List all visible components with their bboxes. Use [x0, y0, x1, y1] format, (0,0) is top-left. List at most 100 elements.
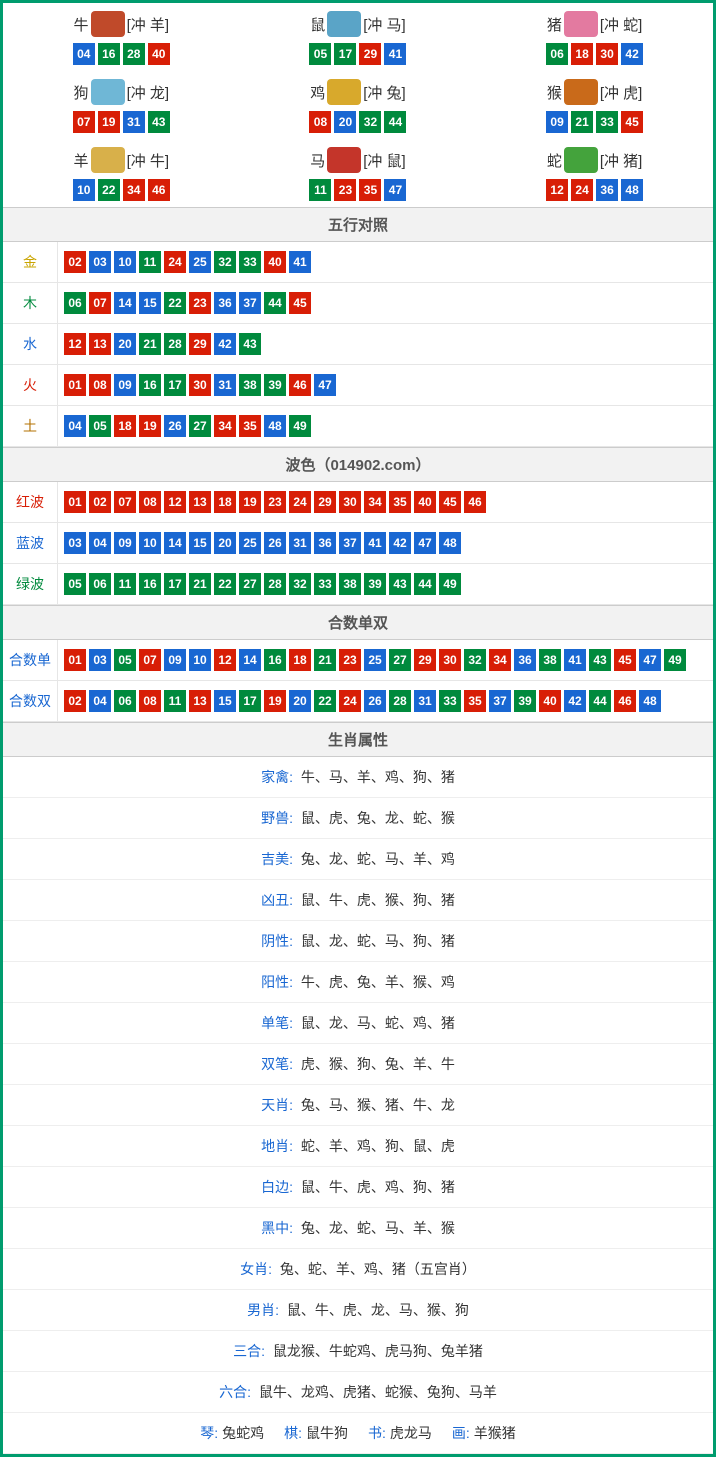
number-badge: 49	[664, 649, 686, 671]
attribute-value: 兔、龙、蛇、马、羊、猴	[297, 1220, 455, 1236]
number-badge: 44	[384, 111, 406, 133]
number-badge: 08	[309, 111, 331, 133]
number-badge: 47	[314, 374, 336, 396]
zodiac-conflict: [冲 猪]	[600, 150, 643, 171]
number-badge: 21	[571, 111, 593, 133]
number-badge: 02	[89, 491, 111, 513]
row-numbers: 0108091617303138394647	[58, 366, 342, 404]
number-badge: 16	[139, 374, 161, 396]
table-row: 金02031011242532334041	[3, 242, 713, 283]
zodiac-cell: 马[冲 鼠] 11233547	[240, 139, 477, 207]
number-badge: 11	[114, 573, 136, 595]
row-label: 金	[3, 242, 58, 282]
number-badge: 17	[334, 43, 356, 65]
number-badge: 36	[596, 179, 618, 201]
row-numbers: 0103050709101214161821232527293032343638…	[58, 641, 692, 679]
attribute-value: 鼠、牛、虎、龙、马、猴、狗	[283, 1302, 469, 1318]
number-badge: 33	[596, 111, 618, 133]
number-badge: 46	[464, 491, 486, 513]
number-badge: 37	[339, 532, 361, 554]
number-badge: 03	[64, 532, 86, 554]
number-badge: 15	[139, 292, 161, 314]
wuxing-header: 五行对照	[3, 207, 713, 242]
attribute-label: 单笔:	[261, 1015, 293, 1031]
number-badge: 05	[309, 43, 331, 65]
number-badge: 16	[264, 649, 286, 671]
number-badge: 16	[139, 573, 161, 595]
attribute-label: 三合:	[233, 1343, 265, 1359]
number-badge: 23	[339, 649, 361, 671]
footer-value: 虎龙马	[390, 1425, 432, 1441]
attribute-value: 兔、龙、蛇、马、羊、鸡	[297, 851, 455, 867]
zodiac-name: 猪	[547, 14, 562, 35]
number-badge: 01	[64, 491, 86, 513]
number-badge: 13	[189, 491, 211, 513]
bose-header: 波色（014902.com）	[3, 447, 713, 482]
zodiac-icon	[327, 147, 361, 173]
number-badge: 12	[546, 179, 568, 201]
number-badge: 13	[89, 333, 111, 355]
number-badge: 43	[589, 649, 611, 671]
zodiac-number-row: 11233547	[242, 179, 475, 201]
attribute-row: 单笔: 鼠、龙、马、蛇、鸡、猪	[3, 1003, 713, 1044]
number-badge: 24	[339, 690, 361, 712]
attribute-row: 白边: 鼠、牛、虎、鸡、狗、猪	[3, 1167, 713, 1208]
attribute-row: 阴性: 鼠、龙、蛇、马、狗、猪	[3, 921, 713, 962]
zodiac-conflict: [冲 虎]	[600, 82, 643, 103]
row-numbers: 05061116172122272832333839434449	[58, 565, 467, 603]
row-numbers: 0102070812131819232429303435404546	[58, 483, 492, 521]
number-badge: 18	[114, 415, 136, 437]
number-badge: 27	[189, 415, 211, 437]
zodiac-title: 马[冲 鼠]	[242, 145, 475, 175]
number-badge: 46	[289, 374, 311, 396]
number-badge: 04	[89, 532, 111, 554]
zodiac-cell: 蛇[冲 猪]12243648	[476, 139, 713, 207]
attribute-label: 六合:	[219, 1384, 251, 1400]
number-badge: 09	[546, 111, 568, 133]
zodiac-cell: 猪[冲 蛇]06183042	[476, 3, 713, 71]
number-badge: 26	[164, 415, 186, 437]
number-badge: 31	[123, 111, 145, 133]
number-badge: 41	[289, 251, 311, 273]
number-badge: 43	[389, 573, 411, 595]
number-badge: 15	[189, 532, 211, 554]
number-badge: 06	[546, 43, 568, 65]
zodiac-icon	[91, 147, 125, 173]
number-badge: 14	[114, 292, 136, 314]
number-badge: 01	[64, 649, 86, 671]
number-badge: 38	[339, 573, 361, 595]
table-row: 水1213202128294243	[3, 324, 713, 365]
number-badge: 19	[139, 415, 161, 437]
table-row: 绿波05061116172122272832333839434449	[3, 564, 713, 605]
zodiac-title: 蛇[冲 猪]	[478, 145, 711, 175]
number-badge: 40	[148, 43, 170, 65]
number-badge: 14	[239, 649, 261, 671]
number-badge: 26	[364, 690, 386, 712]
attribute-value: 虎、猴、狗、兔、羊、牛	[297, 1056, 455, 1072]
attribute-label: 天肖:	[261, 1097, 293, 1113]
number-badge: 31	[414, 690, 436, 712]
number-badge: 31	[289, 532, 311, 554]
attribute-row: 吉美: 兔、龙、蛇、马、羊、鸡	[3, 839, 713, 880]
number-badge: 05	[64, 573, 86, 595]
zodiac-conflict: [冲 兔]	[363, 82, 406, 103]
number-badge: 22	[164, 292, 186, 314]
attribute-label: 阴性:	[261, 933, 293, 949]
number-badge: 49	[439, 573, 461, 595]
number-badge: 22	[314, 690, 336, 712]
attribute-value: 蛇、羊、鸡、狗、鼠、虎	[297, 1138, 455, 1154]
number-badge: 24	[571, 179, 593, 201]
number-badge: 27	[389, 649, 411, 671]
number-badge: 23	[264, 491, 286, 513]
number-badge: 48	[439, 532, 461, 554]
number-badge: 39	[264, 374, 286, 396]
number-badge: 07	[73, 111, 95, 133]
zodiac-name: 马	[310, 150, 325, 171]
attribute-row: 黑中: 兔、龙、蛇、马、羊、猴	[3, 1208, 713, 1249]
row-numbers: 06071415222336374445	[58, 284, 317, 322]
zodiac-conflict: [冲 马]	[363, 14, 406, 35]
zodiac-title: 鼠[冲 马]	[242, 9, 475, 39]
number-badge: 41	[364, 532, 386, 554]
number-badge: 33	[314, 573, 336, 595]
attribute-row: 男肖: 鼠、牛、虎、龙、马、猴、狗	[3, 1290, 713, 1331]
